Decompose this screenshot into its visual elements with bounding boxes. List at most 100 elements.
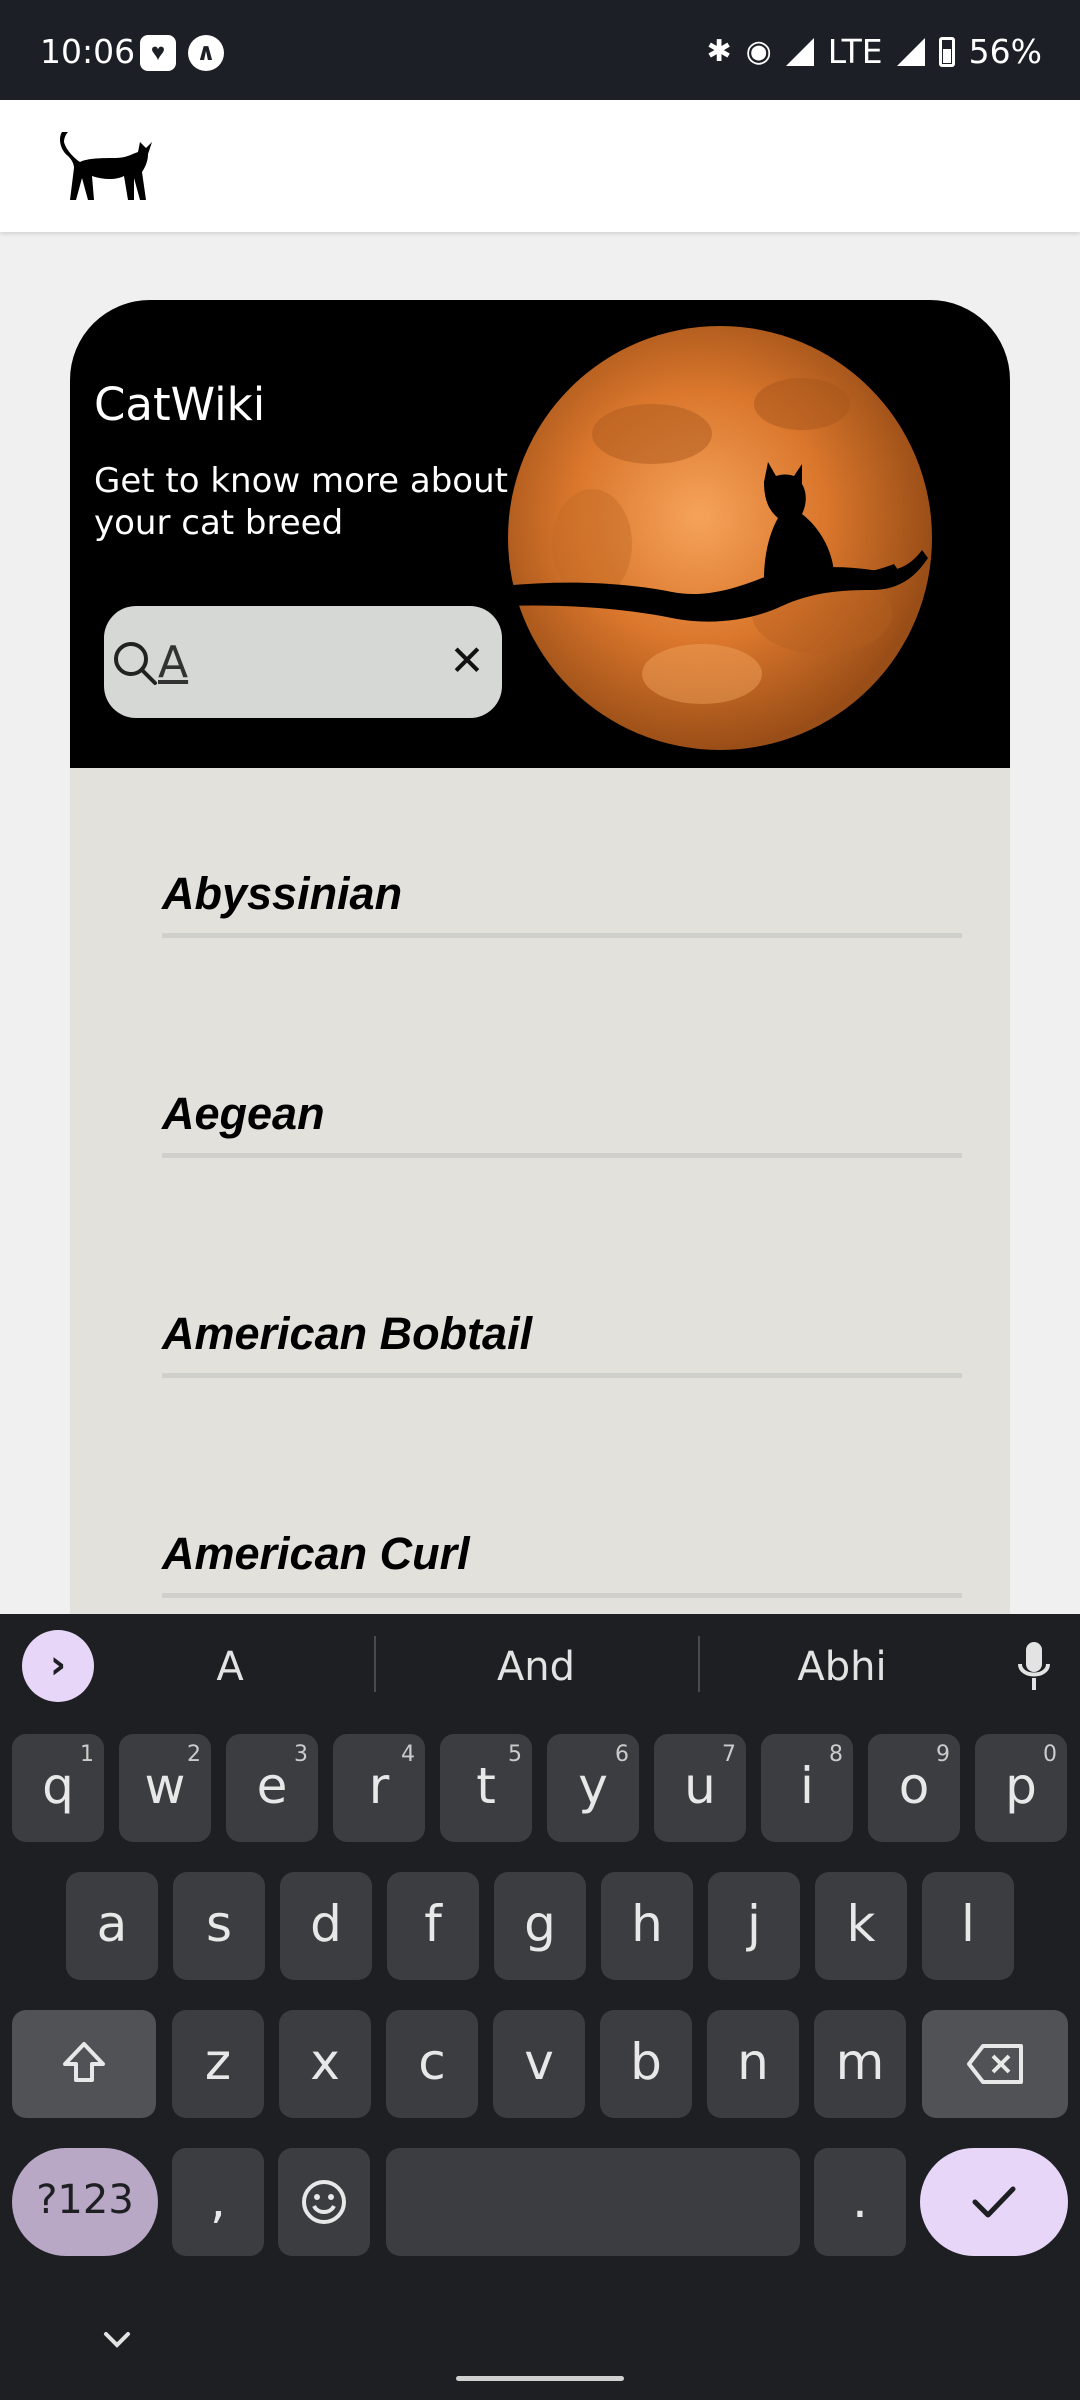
- key-number-hint: 6: [615, 1742, 629, 1767]
- key-s[interactable]: s: [173, 1872, 265, 1980]
- soft-keyboard: › A And Abhi q1w2e3r4t5y6u7i8o9p0 asdfgh…: [0, 1614, 1080, 2400]
- key-j[interactable]: j: [708, 1872, 800, 1980]
- battery-level: 56%: [968, 32, 1042, 71]
- key-q[interactable]: q1: [12, 1734, 104, 1842]
- emoji-icon: [302, 2180, 346, 2224]
- enter-key[interactable]: [920, 2148, 1068, 2256]
- shift-key[interactable]: [12, 2010, 156, 2118]
- key-g[interactable]: g: [494, 1872, 586, 1980]
- key-k[interactable]: k: [815, 1872, 907, 1980]
- key-number-hint: 4: [401, 1742, 415, 1767]
- key-number-hint: 3: [294, 1742, 308, 1767]
- suggestion-divider: [698, 1636, 700, 1692]
- key-n[interactable]: n: [707, 2010, 799, 2118]
- key-label: u: [684, 1757, 716, 1815]
- key-r[interactable]: r4: [333, 1734, 425, 1842]
- suggestion-divider: [374, 1636, 376, 1692]
- network-type: LTE: [827, 32, 883, 71]
- app-bar: [0, 100, 1080, 232]
- key-number-hint: 1: [80, 1742, 94, 1767]
- key-number-hint: 0: [1043, 1742, 1057, 1767]
- key-b[interactable]: b: [600, 2010, 692, 2118]
- comma-key[interactable]: ,: [172, 2148, 264, 2256]
- breed-item-aegean[interactable]: Aegean: [162, 1058, 962, 1158]
- period-key[interactable]: .: [814, 2148, 906, 2256]
- key-l[interactable]: l: [922, 1872, 1014, 1980]
- key-t[interactable]: t5: [440, 1734, 532, 1842]
- hotspot-icon: ◉: [745, 34, 772, 69]
- symbols-key[interactable]: ?123: [12, 2148, 158, 2256]
- suggestion-3[interactable]: Abhi: [742, 1644, 942, 1690]
- checkmark-icon: [972, 2186, 1016, 2218]
- signal-icon: [785, 37, 814, 66]
- moon-cat-illustration: [502, 326, 932, 750]
- key-e[interactable]: e3: [226, 1734, 318, 1842]
- suggestion-1[interactable]: A: [130, 1644, 330, 1690]
- breed-name: Aegean: [162, 1088, 325, 1139]
- key-o[interactable]: o9: [868, 1734, 960, 1842]
- key-number-hint: 5: [508, 1742, 522, 1767]
- bluetooth-icon: ✱: [706, 34, 732, 69]
- suggestion-strip: › A And Abhi: [0, 1614, 1080, 1714]
- key-label: r: [368, 1757, 390, 1815]
- shift-icon: [63, 2042, 105, 2082]
- battery-icon: [938, 36, 955, 67]
- search-input[interactable]: [158, 630, 428, 694]
- hero-banner: CatWiki Get to know more about your cat …: [70, 300, 1010, 768]
- signal-icon-2: [896, 37, 925, 66]
- clear-search-icon[interactable]: ✕: [442, 636, 492, 686]
- key-label: w: [144, 1757, 186, 1815]
- breed-name: American Curl: [162, 1528, 470, 1579]
- key-label: i: [800, 1757, 814, 1815]
- space-key[interactable]: [386, 2148, 800, 2256]
- breed-item-american-curl[interactable]: American Curl: [162, 1498, 962, 1598]
- key-a[interactable]: a: [66, 1872, 158, 1980]
- emoji-key[interactable]: [278, 2148, 370, 2256]
- key-label: t: [476, 1757, 496, 1815]
- expand-toolbar-icon[interactable]: ›: [22, 1630, 94, 1702]
- key-label: e: [256, 1757, 288, 1815]
- notification-app-icon: ∧: [188, 35, 224, 71]
- key-number-hint: 7: [722, 1742, 736, 1767]
- key-y[interactable]: y6: [547, 1734, 639, 1842]
- breed-name: American Bobtail: [162, 1308, 533, 1359]
- breed-name: Abyssinian: [162, 868, 403, 919]
- home-indicator[interactable]: [456, 2376, 624, 2381]
- health-app-icon: ♥: [140, 35, 176, 71]
- status-time: 10:06: [40, 32, 136, 71]
- key-number-hint: 2: [187, 1742, 201, 1767]
- key-m[interactable]: m: [814, 2010, 906, 2118]
- key-label: p: [1005, 1757, 1037, 1815]
- key-label: o: [898, 1757, 930, 1815]
- breed-item-abyssinian[interactable]: Abyssinian: [162, 838, 962, 938]
- key-v[interactable]: v: [493, 2010, 585, 2118]
- key-c[interactable]: c: [386, 2010, 478, 2118]
- key-label: q: [42, 1757, 74, 1815]
- key-x[interactable]: x: [279, 2010, 371, 2118]
- backspace-key[interactable]: [922, 2010, 1068, 2118]
- breed-search-card: CatWiki Get to know more about your cat …: [70, 300, 1010, 1620]
- search-bar[interactable]: ✕: [104, 606, 502, 718]
- breed-item-american-bobtail[interactable]: American Bobtail: [162, 1278, 962, 1378]
- key-f[interactable]: f: [387, 1872, 479, 1980]
- key-z[interactable]: z: [172, 2010, 264, 2118]
- status-indicators: ✱ ◉ LTE 56%: [706, 32, 1042, 71]
- microphone-icon[interactable]: [1014, 1638, 1054, 1694]
- key-label: y: [578, 1757, 608, 1815]
- backspace-icon: [967, 2044, 1023, 2084]
- key-h[interactable]: h: [601, 1872, 693, 1980]
- app-title: CatWiki: [94, 378, 266, 431]
- status-bar: 10:06 ♥ ∧ ✱ ◉ LTE 56%: [0, 0, 1080, 100]
- key-d[interactable]: d: [280, 1872, 372, 1980]
- key-i[interactable]: i8: [761, 1734, 853, 1842]
- hide-keyboard-chevron-icon[interactable]: [102, 2330, 132, 2350]
- key-u[interactable]: u7: [654, 1734, 746, 1842]
- suggestion-2[interactable]: And: [436, 1644, 636, 1690]
- key-p[interactable]: p0: [975, 1734, 1067, 1842]
- app-subtitle: Get to know more about your cat breed: [94, 461, 508, 543]
- search-icon: [114, 642, 157, 685]
- key-number-hint: 8: [829, 1742, 843, 1767]
- cat-logo-icon[interactable]: [56, 124, 156, 206]
- key-number-hint: 9: [936, 1742, 950, 1767]
- key-w[interactable]: w2: [119, 1734, 211, 1842]
